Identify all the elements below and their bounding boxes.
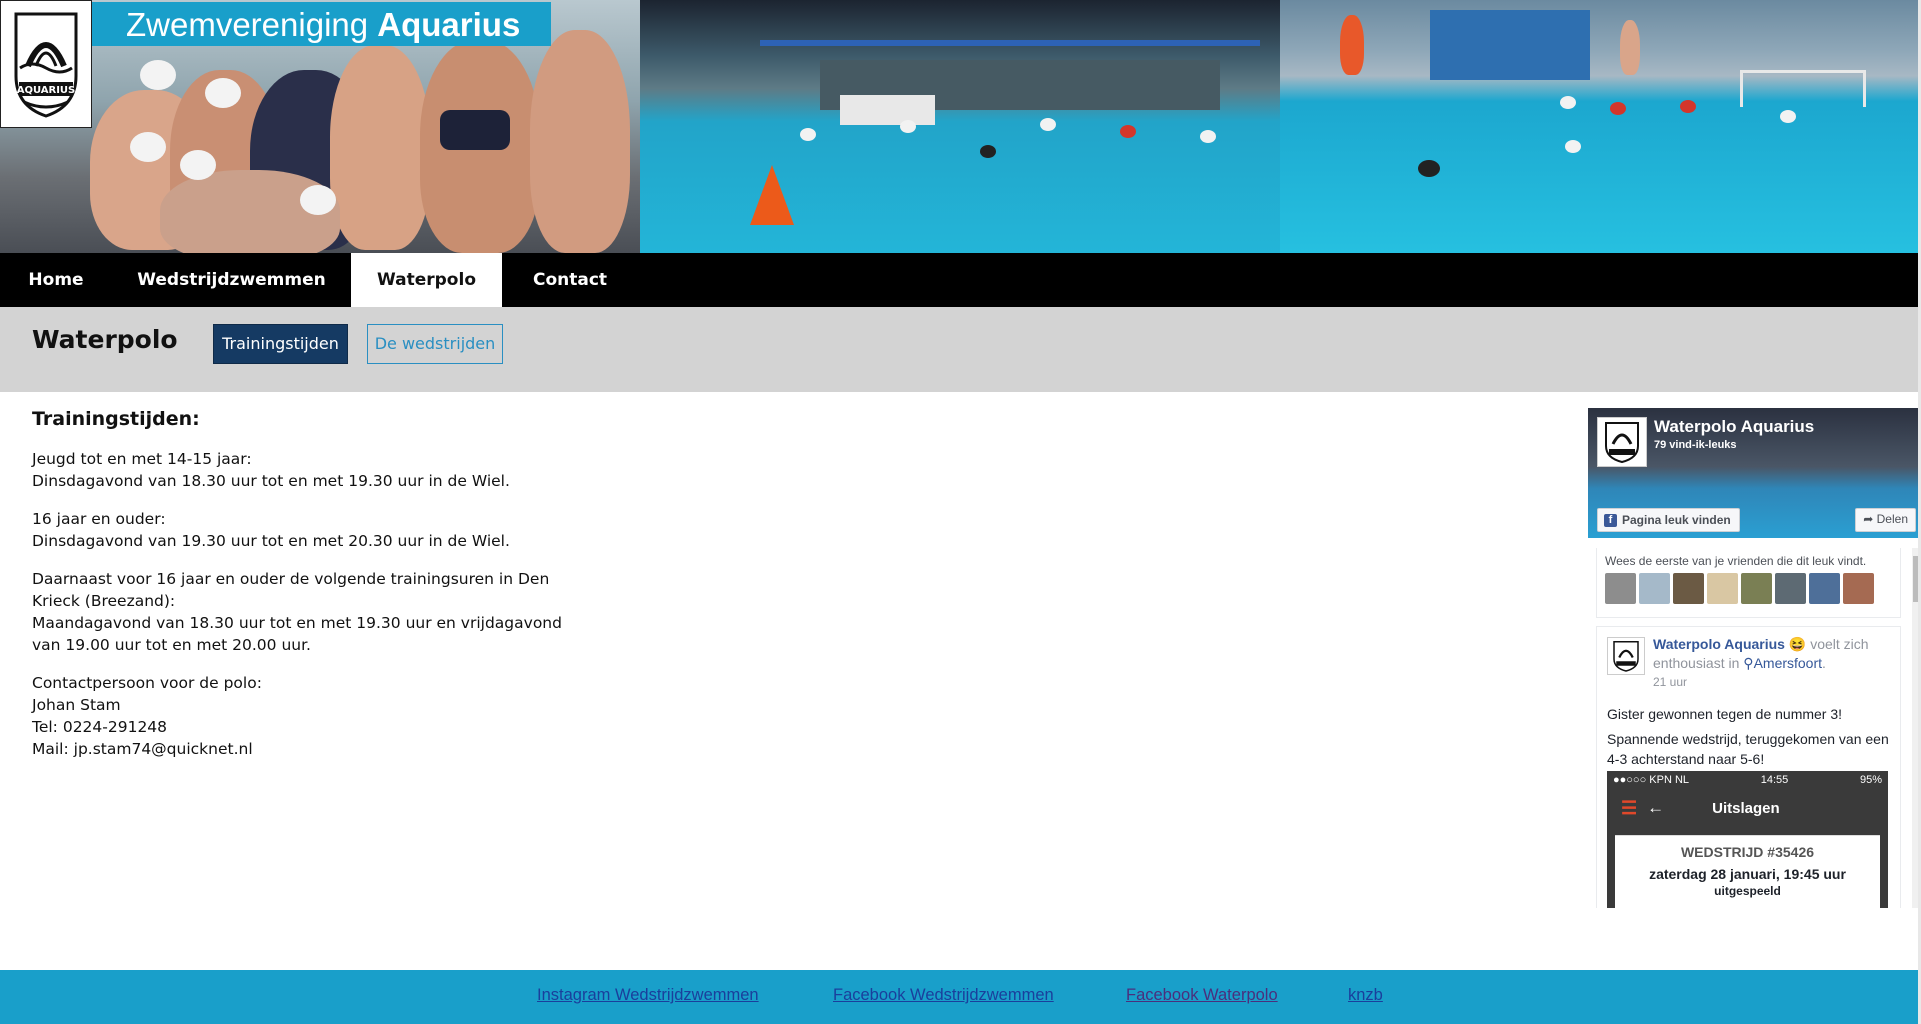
facebook-friend-avatars [1605, 568, 1892, 607]
contact-name: Johan Stam [32, 696, 121, 714]
post-meta: Waterpolo Aquarius 😆 voelt zich enthousi… [1653, 635, 1890, 692]
friend-avatar[interactable] [1605, 573, 1636, 604]
facebook-page-avatar[interactable] [1597, 417, 1647, 467]
phone-status-bar: ●●○○○ KPN NL 14:55 95% [1607, 771, 1888, 791]
share-arrow-icon: ➦ [1863, 512, 1877, 526]
footer-link-instagram-wedstrijdzwemmen[interactable]: Instagram Wedstrijdzwemmen [537, 986, 759, 1005]
facebook-logo-icon: f [1604, 513, 1617, 527]
facebook-page-name[interactable]: Waterpolo Aquarius [1654, 417, 1814, 437]
aquarius-logo-icon: AQUARIUS [14, 12, 78, 118]
aquarius-logo-icon [1613, 641, 1639, 672]
hamburger-menu-icon: ☰ [1621, 797, 1638, 818]
friend-avatar[interactable] [1775, 573, 1806, 604]
footer-link-facebook-wedstrijdzwemmen[interactable]: Facebook Wedstrijdzwemmen [833, 986, 1054, 1005]
post-timestamp[interactable]: 21 uur [1653, 673, 1890, 692]
match-title: WEDSTRIJD #35426 [1680, 844, 1815, 860]
phone-app-bar: ☰ ← Uitslagen [1607, 791, 1888, 825]
friend-avatar[interactable] [1707, 573, 1738, 604]
post-author-link[interactable]: Waterpolo Aquarius [1653, 636, 1785, 652]
friend-avatar[interactable] [1843, 573, 1874, 604]
logo-text: AQUARIUS [17, 85, 76, 96]
facebook-page-widget: Waterpolo Aquarius 79 vind-ik-leuks f Pa… [1588, 408, 1921, 908]
contact-tel: Tel: 0224-291248 [32, 718, 168, 736]
site-title-regular: Zwemvereniging [126, 6, 369, 43]
contact-label: Contactpersoon voor de polo: [32, 674, 262, 692]
friend-avatar[interactable] [1809, 573, 1840, 604]
post-author-avatar[interactable] [1607, 637, 1645, 675]
footer-link-knzb[interactable]: knzb [1348, 986, 1383, 1005]
facebook-like-count: 79 vind-ik-leuks [1654, 439, 1737, 451]
content-heading: Trainingstijden: [32, 408, 200, 430]
post-text-line: Spannende wedstrijd, teruggekomen van ee… [1607, 731, 1889, 767]
training-adults: 16 jaar en ouder: Dinsdagavond van 19.30… [32, 508, 592, 552]
phone-bar-title: Uitslagen [1712, 799, 1780, 817]
friend-avatar[interactable] [1673, 573, 1704, 604]
banner-photo-pool [640, 0, 1280, 253]
page-title: Waterpolo [32, 325, 178, 354]
back-arrow-icon: ← [1647, 798, 1665, 817]
training-extra: Daarnaast voor 16 jaar en ouder de volge… [32, 568, 592, 656]
post-text: Gister gewonnen tegen de nummer 3! Spann… [1607, 704, 1890, 769]
trainingstijden-button[interactable]: Trainingstijden [213, 324, 348, 364]
footer: Instagram Wedstrijdzwemmen Facebook Weds… [0, 970, 1921, 1024]
post-text-line: Gister gewonnen tegen de nummer 3! [1607, 706, 1843, 722]
facebook-like-label: Pagina leuk vinden [1622, 513, 1731, 527]
friend-avatar[interactable] [1741, 573, 1772, 604]
nav-item-waterpolo[interactable]: Waterpolo [351, 253, 502, 307]
wedstrijden-button[interactable]: De wedstrijden [367, 324, 503, 364]
match-card: WEDSTRIJD #35426 zaterdag 28 januari, 19… [1615, 835, 1880, 908]
site-title[interactable]: Zwemvereniging Aquarius [92, 2, 551, 46]
training-adults-group: 16 jaar en ouder: [32, 510, 166, 528]
friend-avatar[interactable] [1639, 573, 1670, 604]
sub-navigation: Waterpolo Trainingstijden De wedstrijden [0, 307, 1921, 392]
post-location-link[interactable]: Amersfoort [1754, 655, 1822, 671]
facebook-like-button[interactable]: f Pagina leuk vinden [1597, 508, 1740, 532]
nav-item-contact[interactable]: Contact [502, 253, 638, 307]
main-nav: Home Wedstrijdzwemmen Waterpolo Contact [0, 253, 1921, 307]
post-screenshot-image[interactable]: ●●○○○ KPN NL 14:55 95% ☰ ← Uitslagen WED… [1607, 771, 1888, 908]
facebook-share-label: Delen [1876, 512, 1908, 526]
match-status: uitgespeeld [1714, 884, 1781, 898]
footer-link-facebook-waterpolo[interactable]: Facebook Waterpolo [1126, 986, 1278, 1005]
phone-battery: 95% [1859, 774, 1882, 786]
phone-carrier: ●●○○○ KPN NL [1613, 774, 1690, 786]
feeling-emoji-icon: 😆 [1788, 636, 1807, 652]
facebook-friends-text: Wees de eerste van je vrienden die dit l… [1605, 554, 1867, 568]
site-title-bold: Aquarius [377, 6, 521, 43]
training-adults-time: Dinsdagavond van 19.30 uur tot en met 20… [32, 532, 510, 550]
banner-photo-match [1280, 0, 1921, 253]
facebook-cover-photo[interactable]: Waterpolo Aquarius 79 vind-ik-leuks f Pa… [1588, 408, 1921, 538]
training-youth: Jeugd tot en met 14-15 jaar: Dinsdagavon… [32, 448, 592, 492]
location-pin-icon: ⚲ [1743, 655, 1754, 671]
aquarius-logo-icon [1605, 422, 1639, 464]
training-youth-time: Dinsdagavond van 18.30 uur tot en met 19… [32, 472, 510, 490]
match-date: zaterdag 28 januari, 19:45 uur [1649, 866, 1846, 882]
nav-item-home[interactable]: Home [0, 253, 112, 307]
phone-clock: 14:55 [1760, 774, 1789, 786]
training-extra-time: Maandagavond van 18.30 uur tot en met 19… [32, 614, 562, 654]
training-extra-group: Daarnaast voor 16 jaar en ouder de volge… [32, 570, 550, 610]
header-banner: AQUARIUS Zwemvereniging Aquarius [0, 0, 1921, 253]
main-content: Trainingstijden: Jeugd tot en met 14-15 … [32, 408, 592, 776]
training-youth-group: Jeugd tot en met 14-15 jaar: [32, 450, 252, 468]
contact-mail: Mail: jp.stam74@quicknet.nl [32, 740, 253, 758]
facebook-post: Waterpolo Aquarius 😆 voelt zich enthousi… [1596, 626, 1901, 908]
facebook-friends-box: Wees de eerste van je vrienden die dit l… [1596, 548, 1901, 618]
facebook-share-button[interactable]: ➦ Delen [1855, 508, 1916, 532]
club-logo[interactable]: AQUARIUS [0, 0, 92, 128]
contact-block: Contactpersoon voor de polo: Johan Stam … [32, 672, 592, 760]
nav-item-wedstrijdzwemmen[interactable]: Wedstrijdzwemmen [112, 253, 351, 307]
